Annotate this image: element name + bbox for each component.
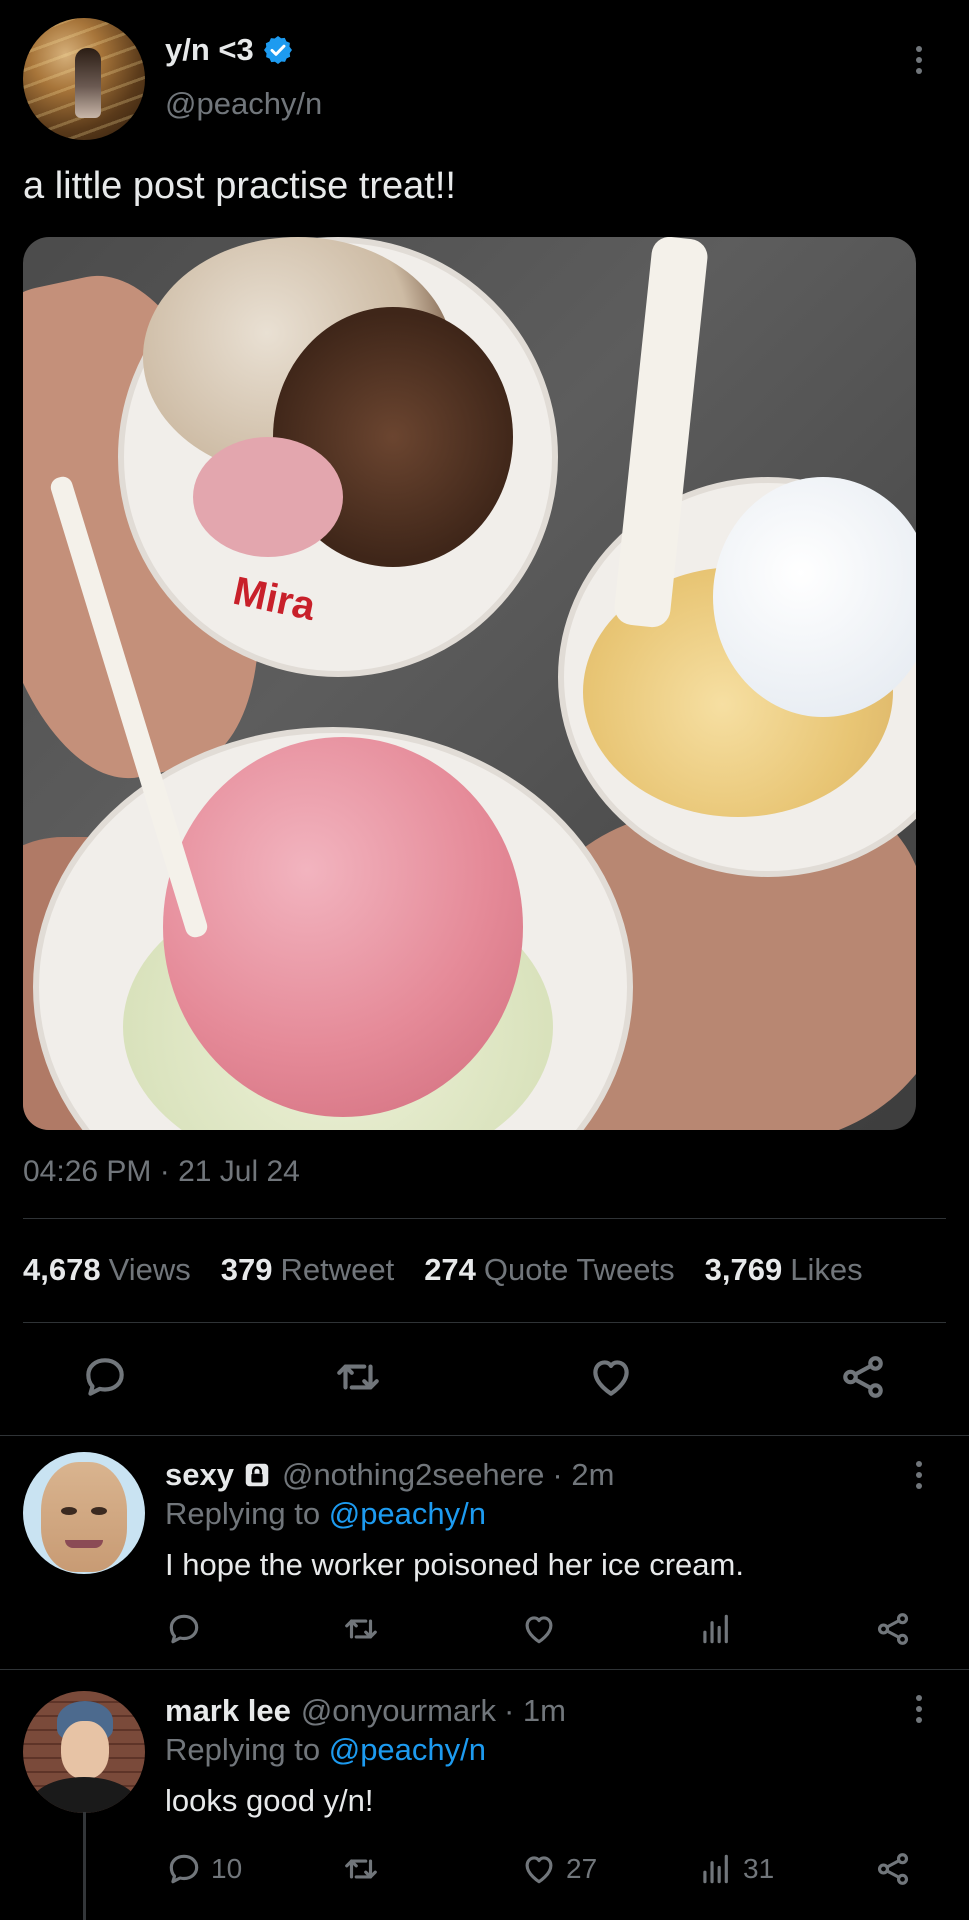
reply-header: mark lee @onyourmark · 1m (165, 1693, 566, 1729)
reply-icon (169, 1854, 199, 1884)
stat-retweets[interactable]: 379 Retweet (221, 1252, 394, 1288)
avatar-eye (91, 1507, 107, 1515)
reply-views-action[interactable]: 31 (697, 1849, 774, 1889)
share-icon[interactable] (838, 1352, 888, 1402)
reply-share-action[interactable] (874, 1849, 912, 1889)
views-icon (703, 1614, 728, 1644)
reply-avatar[interactable] (23, 1691, 145, 1813)
replying-to-mention[interactable]: @peachy/n (329, 1496, 486, 1531)
share-icon (877, 1853, 909, 1885)
like-icon[interactable] (586, 1352, 636, 1402)
replying-to: Replying to @peachy/n (165, 1732, 486, 1768)
photo-scoop-strawberry (163, 737, 523, 1117)
stat-quotes[interactable]: 274 Quote Tweets (424, 1252, 674, 1288)
reply-text: looks good y/n! (165, 1783, 374, 1818)
more-vertical-icon[interactable] (904, 1689, 934, 1729)
tweet-actions (0, 1340, 969, 1420)
reply-reply-count: 10 (211, 1853, 243, 1884)
author-avatar[interactable] (23, 18, 145, 140)
retweet-icon (345, 1619, 377, 1639)
reply-author-name[interactable]: sexy (165, 1457, 234, 1493)
like-icon (525, 1856, 553, 1884)
retweet-icon (345, 1859, 377, 1879)
thread-line (83, 1812, 86, 1920)
stat-views[interactable]: 4,678 Views (23, 1252, 191, 1288)
avatar-figure (75, 48, 101, 118)
reply-views-action[interactable] (697, 1609, 743, 1649)
share-icon (877, 1613, 909, 1645)
tweet-photo[interactable]: Mira (23, 237, 916, 1130)
reply-time: · 2m (552, 1457, 615, 1492)
avatar-face (41, 1462, 127, 1572)
reply-icon[interactable] (80, 1352, 130, 1402)
post-header: y/n <3 @peachy/n (0, 0, 969, 145)
like-icon (525, 1616, 553, 1644)
retweet-icon[interactable] (333, 1352, 383, 1402)
divider (23, 1218, 946, 1219)
reply-item[interactable]: mark lee @onyourmark · 1m Replying to @p… (0, 1669, 969, 1920)
reply-author-name[interactable]: mark lee (165, 1693, 291, 1729)
reply-author-handle[interactable]: @onyourmark (301, 1693, 496, 1729)
avatar-mouth (65, 1540, 103, 1548)
author-display-name-row[interactable]: y/n <3 (165, 32, 294, 68)
reply-author-handle[interactable]: @nothing2seehere (282, 1457, 544, 1493)
tweet-text: a little post practise treat!! (23, 165, 456, 207)
replying-to-label: Replying to (165, 1496, 321, 1531)
avatar-face (61, 1721, 109, 1779)
more-vertical-icon[interactable] (904, 40, 934, 80)
author-display-name[interactable]: y/n <3 (165, 32, 254, 68)
reply-like-action[interactable]: 27 (520, 1849, 597, 1889)
photo-scoop-pink-small (193, 437, 343, 557)
reply-reply-action[interactable]: 10 (165, 1849, 242, 1889)
reply-header: sexy @nothing2seehere · 2m (165, 1457, 614, 1493)
stat-likes[interactable]: 3,769 Likes (705, 1252, 863, 1288)
reply-share-action[interactable] (874, 1609, 912, 1649)
reply-like-action[interactable] (520, 1609, 566, 1649)
reply-text: I hope the worker poisoned her ice cream… (165, 1547, 744, 1582)
verified-badge-icon (263, 36, 292, 64)
reply-like-count: 27 (566, 1853, 598, 1884)
author-handle[interactable]: @peachy/n (165, 86, 322, 122)
views-icon (703, 1854, 728, 1884)
replying-to-label: Replying to (165, 1732, 321, 1767)
reply-avatar[interactable] (23, 1452, 145, 1574)
reply-view-count: 31 (743, 1853, 775, 1884)
reply-icon (169, 1614, 199, 1644)
reply-retweet-action[interactable] (342, 1609, 380, 1649)
replying-to: Replying to @peachy/n (165, 1496, 486, 1532)
avatar-shirt (29, 1777, 139, 1813)
divider (23, 1322, 946, 1323)
tweet-timestamp[interactable]: 04:26 PM · 21 Jul 24 (23, 1155, 300, 1189)
more-vertical-icon[interactable] (904, 1455, 934, 1495)
tweet-stats: 4,678 Views 379 Retweet 274 Quote Tweets 3,… (23, 1252, 863, 1288)
reply-retweet-action[interactable] (342, 1849, 380, 1889)
lock-icon (245, 1463, 269, 1487)
reply-time: · 1m (503, 1693, 566, 1728)
avatar-eye (61, 1507, 77, 1515)
replying-to-mention[interactable]: @peachy/n (329, 1732, 486, 1767)
reply-reply-action[interactable] (165, 1609, 211, 1649)
reply-item[interactable]: sexy @nothing2seehere · 2m Replying to @… (0, 1435, 969, 1669)
